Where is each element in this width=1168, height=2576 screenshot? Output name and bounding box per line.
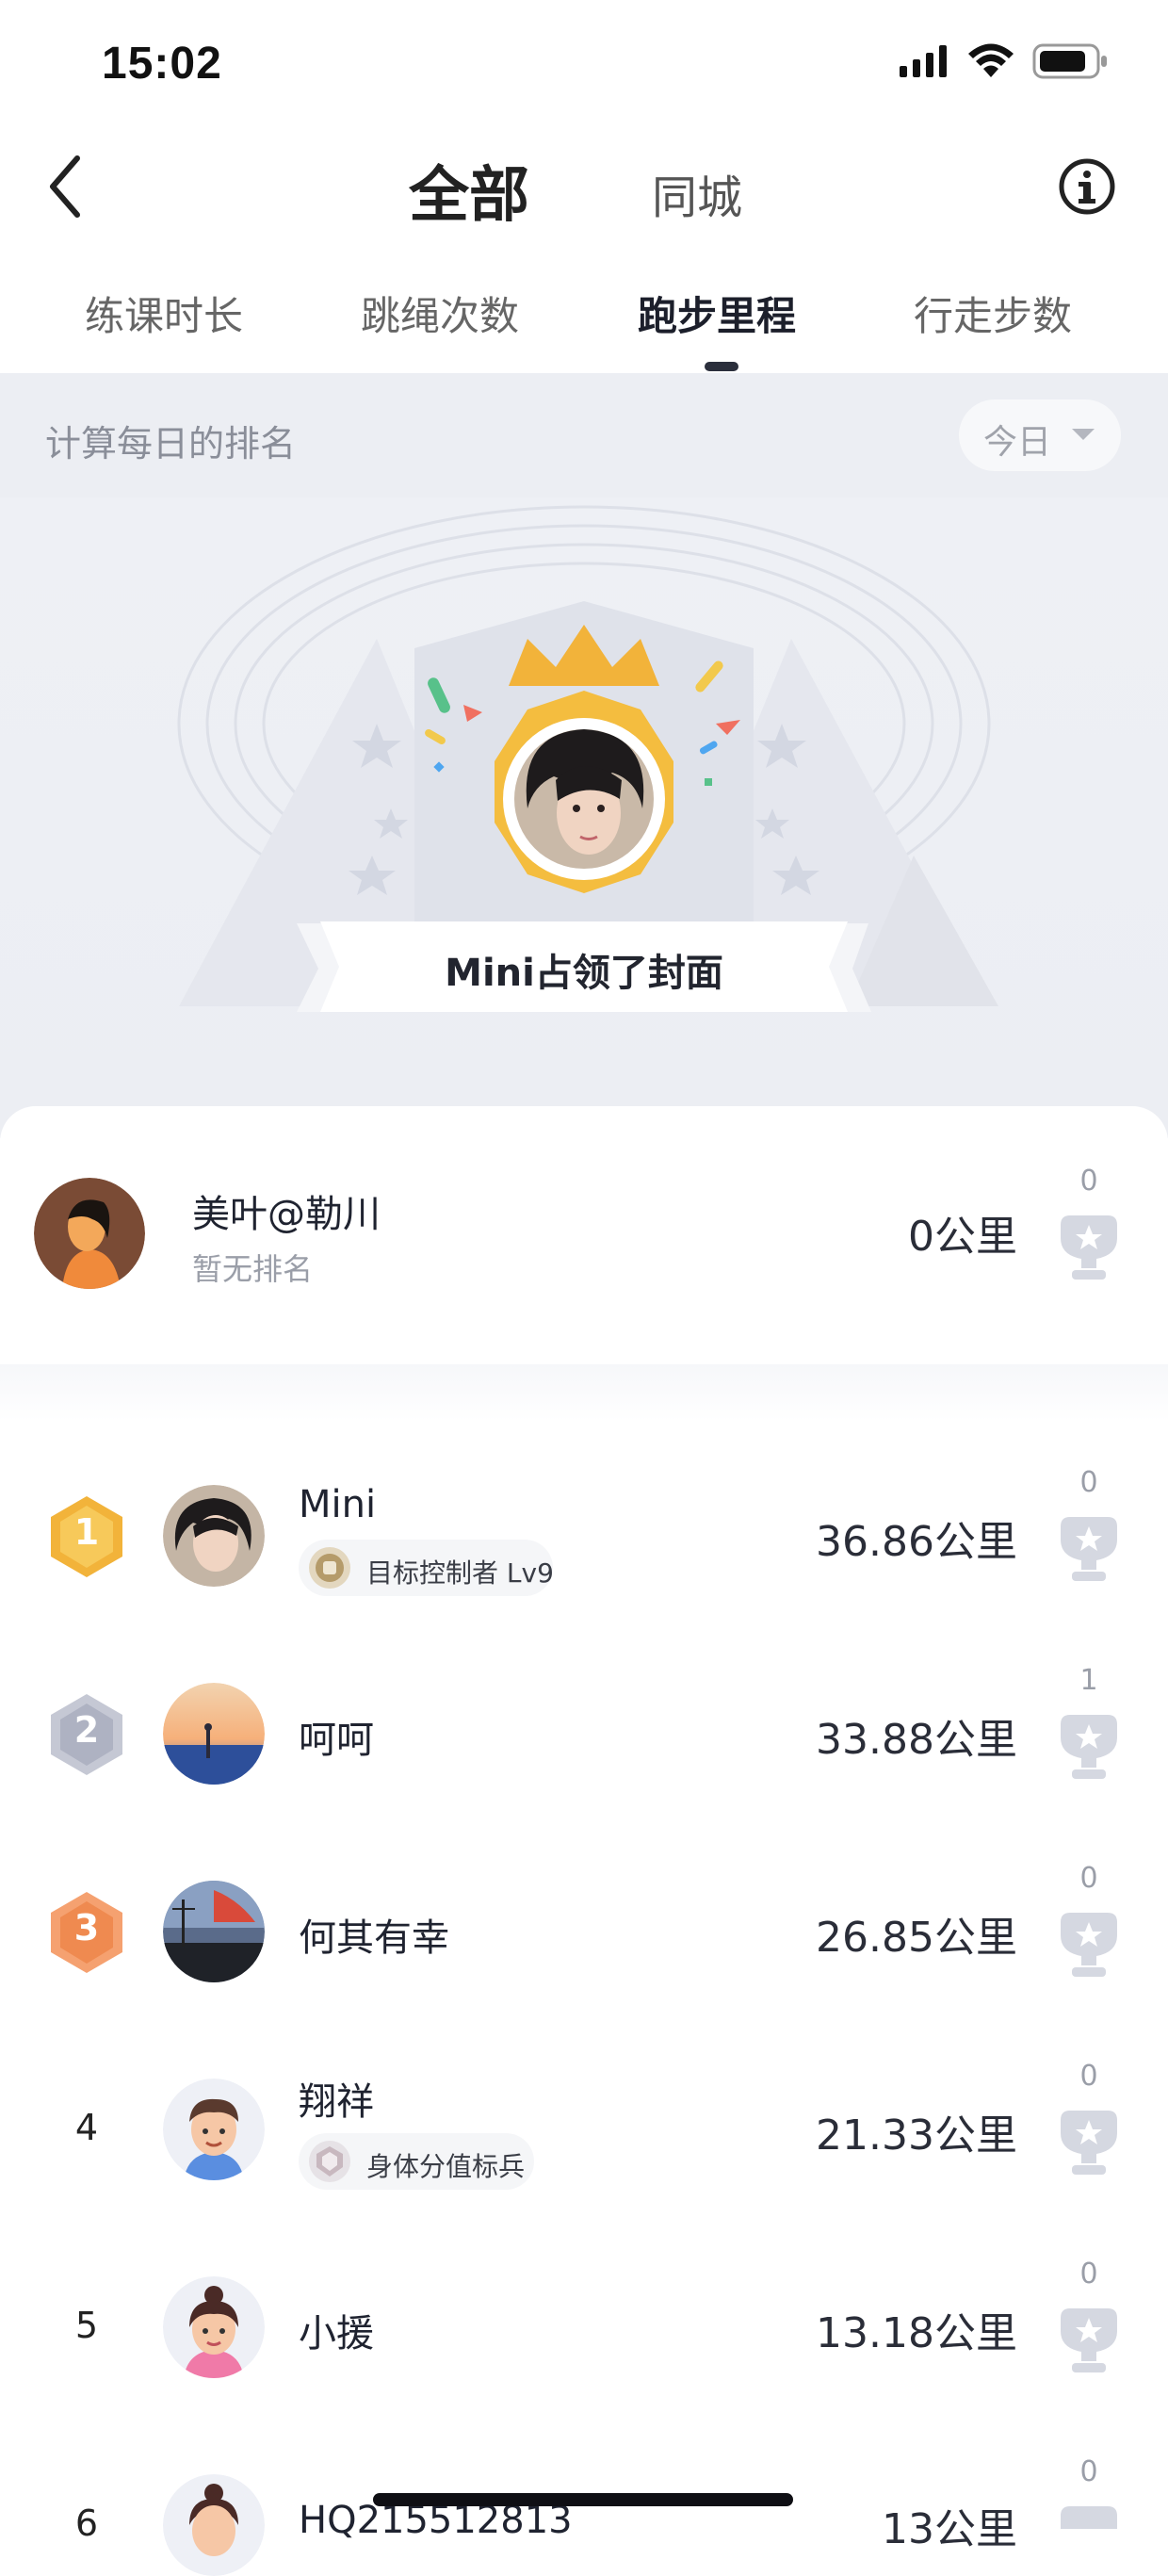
status-time: 15:02	[102, 39, 222, 89]
trophy-like-icon	[1061, 2111, 1117, 2175]
like-count: 1	[1079, 1664, 1098, 1697]
my-name: 美叶@勒川	[192, 1193, 381, 1236]
my-like-button[interactable]	[1059, 1210, 1119, 1287]
signal-icon	[900, 45, 949, 81]
hero-decoration	[0, 497, 1168, 1142]
user-distance: 36.86公里	[816, 1518, 1017, 1566]
user-avatar	[163, 1683, 265, 1785]
achievement-badge-label: 目标控制者 Lv9	[366, 1557, 554, 1589]
info-icon	[1059, 158, 1115, 215]
home-indicator	[373, 2493, 793, 2506]
like-button[interactable]	[1059, 1907, 1119, 1984]
cover-caption: Mini占领了封面	[445, 952, 723, 995]
caret-down-icon	[1072, 428, 1095, 446]
user-avatar	[163, 1881, 265, 1982]
my-distance: 0公里	[908, 1213, 1017, 1261]
trophy-like-icon	[1061, 1215, 1117, 1280]
rank-number: 3	[73, 1907, 100, 1948]
trophy-like-icon	[1061, 2308, 1117, 2372]
trophy-like-icon	[1061, 1715, 1117, 1779]
rank-number: 1	[73, 1511, 100, 1553]
tab-walking-steps[interactable]: 行走步数	[914, 285, 1072, 342]
user-name: 呵呵	[299, 1719, 374, 1762]
like-button[interactable]	[1059, 2501, 1119, 2529]
tab-jump-rope[interactable]: 跳绳次数	[361, 285, 519, 342]
user-avatar	[163, 2079, 265, 2180]
wifi-icon	[966, 41, 1015, 83]
like-count: 0	[1079, 1862, 1098, 1895]
user-avatar	[163, 2276, 265, 2378]
my-avatar	[34, 1178, 145, 1289]
like-count: 0	[1079, 2258, 1098, 2291]
info-button[interactable]	[1057, 156, 1117, 220]
user-avatar	[163, 2474, 265, 2576]
user-distance: 26.85公里	[816, 1914, 1017, 1962]
rank-number: 5	[74, 2305, 99, 2346]
back-button[interactable]	[38, 151, 94, 222]
my-like-count: 0	[1079, 1165, 1098, 1198]
shield-badge-icon	[307, 2139, 352, 2188]
tab-all[interactable]: 全部	[409, 147, 529, 234]
user-name: 何其有幸	[299, 1916, 449, 1960]
user-name: 翔祥	[299, 2080, 374, 2124]
trophy-like-icon	[1061, 1913, 1117, 1977]
like-count: 0	[1079, 2060, 1098, 2093]
section-divider	[0, 1364, 1168, 1421]
like-button[interactable]	[1059, 1511, 1119, 1589]
tab-running-distance[interactable]: 跑步里程	[638, 285, 796, 342]
like-count: 0	[1079, 1466, 1098, 1499]
my-rank-text: 暂无排名	[192, 1251, 314, 1287]
rank-number: 4	[74, 2107, 99, 2148]
filter-description: 计算每日的排名	[45, 423, 297, 465]
user-distance: 21.33公里	[816, 2111, 1017, 2160]
trophy-like-icon	[1061, 1517, 1117, 1581]
active-tab-indicator	[705, 362, 738, 371]
like-button[interactable]	[1059, 2105, 1119, 2182]
medal-badge-icon	[307, 1545, 352, 1594]
rank-number: 2	[73, 1709, 100, 1751]
tab-training-time[interactable]: 练课时长	[85, 285, 243, 342]
user-distance: 13.18公里	[816, 2309, 1017, 2357]
user-name: Mini	[299, 1483, 377, 1526]
like-button[interactable]	[1059, 2303, 1119, 2380]
like-button[interactable]	[1059, 1709, 1119, 1786]
achievement-badge-label: 身体分值标兵	[366, 2151, 526, 2182]
chevron-left-icon	[50, 155, 80, 218]
user-distance: 33.88公里	[816, 1716, 1017, 1764]
user-avatar	[163, 1485, 265, 1587]
like-count: 0	[1079, 2455, 1098, 2488]
battery-icon	[1032, 43, 1110, 83]
period-dropdown-label: 今日	[983, 423, 1052, 462]
tab-same-city[interactable]: 同城	[652, 160, 742, 226]
user-name: 小援	[299, 2312, 374, 2356]
trophy-like-icon	[1061, 2506, 1117, 2529]
rank-number: 6	[74, 2503, 99, 2544]
